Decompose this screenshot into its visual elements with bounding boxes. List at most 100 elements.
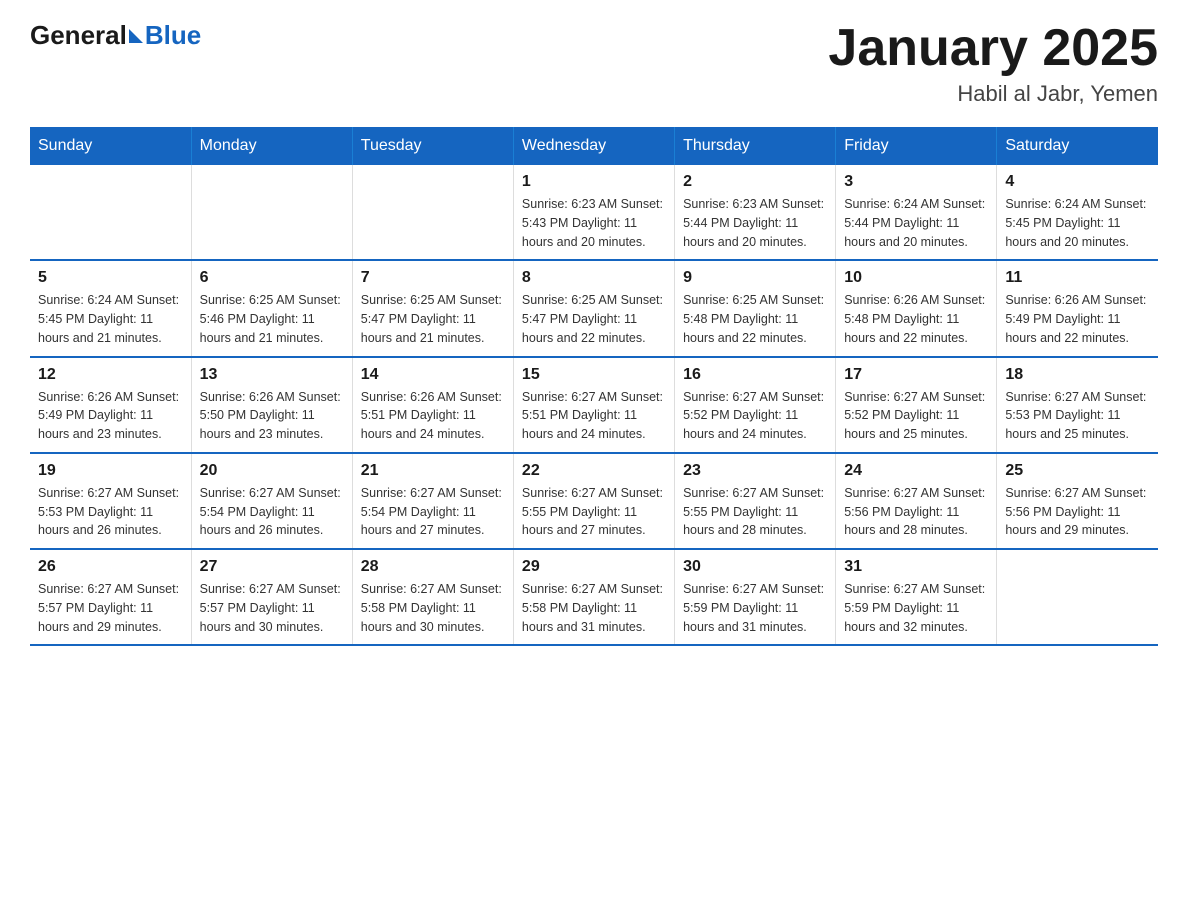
calendar-week-5: 26Sunrise: 6:27 AM Sunset: 5:57 PM Dayli… <box>30 549 1158 645</box>
calendar-cell: 25 Sunrise: 6:27 AM Sunset: 5:56 PM Dayli… <box>997 453 1158 549</box>
calendar-cell: 15 Sunrise: 6:27 AM Sunset: 5:51 PM Dayli… <box>513 357 674 453</box>
day-number: 20 <box>200 462 344 480</box>
logo-text: General Blue <box>30 20 201 51</box>
calendar-cell: 2Sunrise: 6:23 AM Sunset: 5:44 PM Daylig… <box>675 165 836 260</box>
calendar-cell: 20 Sunrise: 6:27 AM Sunset: 5:54 PM Dayli… <box>191 453 352 549</box>
header-friday: Friday <box>836 127 997 165</box>
calendar-cell: 9 Sunrise: 6:25 AM Sunset: 5:48 PM Daylig… <box>675 260 836 356</box>
day-number: 9 <box>683 269 827 287</box>
day-number: 4 <box>1005 173 1150 191</box>
header-monday: Monday <box>191 127 352 165</box>
day-info: Sunrise: 6:26 AM Sunset: 5:49 PM Dayligh… <box>38 388 183 444</box>
calendar-cell: 23Sunrise: 6:27 AM Sunset: 5:55 PM Dayli… <box>675 453 836 549</box>
day-number: 31 <box>844 558 988 576</box>
day-number: 3 <box>844 173 988 191</box>
calendar-cell: 30 Sunrise: 6:27 AM Sunset: 5:59 PM Dayli… <box>675 549 836 645</box>
day-info: Sunrise: 6:27 AM Sunset: 5:56 PM Dayligh… <box>844 484 988 540</box>
day-number: 25 <box>1005 462 1150 480</box>
day-number: 21 <box>361 462 505 480</box>
day-info: Sunrise: 6:27 AM Sunset: 5:53 PM Dayligh… <box>1005 388 1150 444</box>
day-info: Sunrise: 6:23 AM Sunset: 5:43 PM Dayligh… <box>522 195 666 251</box>
logo-blue: Blue <box>145 20 201 51</box>
day-info: Sunrise: 6:24 AM Sunset: 5:45 PM Dayligh… <box>38 291 183 347</box>
calendar-cell: 8 Sunrise: 6:25 AM Sunset: 5:47 PM Daylig… <box>513 260 674 356</box>
header-sunday: Sunday <box>30 127 191 165</box>
header-wednesday: Wednesday <box>513 127 674 165</box>
day-info: Sunrise: 6:26 AM Sunset: 5:49 PM Dayligh… <box>1005 291 1150 347</box>
calendar-cell: 28Sunrise: 6:27 AM Sunset: 5:58 PM Dayli… <box>352 549 513 645</box>
location-subtitle: Habil al Jabr, Yemen <box>828 81 1158 107</box>
header-saturday: Saturday <box>997 127 1158 165</box>
day-info: Sunrise: 6:27 AM Sunset: 5:52 PM Dayligh… <box>844 388 988 444</box>
day-number: 6 <box>200 269 344 287</box>
calendar-cell: 27Sunrise: 6:27 AM Sunset: 5:57 PM Dayli… <box>191 549 352 645</box>
day-info: Sunrise: 6:26 AM Sunset: 5:48 PM Dayligh… <box>844 291 988 347</box>
calendar-cell: 29Sunrise: 6:27 AM Sunset: 5:58 PM Dayli… <box>513 549 674 645</box>
day-info: Sunrise: 6:23 AM Sunset: 5:44 PM Dayligh… <box>683 195 827 251</box>
day-number: 1 <box>522 173 666 191</box>
day-info: Sunrise: 6:27 AM Sunset: 5:51 PM Dayligh… <box>522 388 666 444</box>
day-number: 29 <box>522 558 666 576</box>
day-number: 22 <box>522 462 666 480</box>
calendar-cell: 14 Sunrise: 6:26 AM Sunset: 5:51 PM Dayli… <box>352 357 513 453</box>
day-info: Sunrise: 6:26 AM Sunset: 5:51 PM Dayligh… <box>361 388 505 444</box>
calendar-cell: 7Sunrise: 6:25 AM Sunset: 5:47 PM Daylig… <box>352 260 513 356</box>
calendar-cell <box>30 165 191 260</box>
day-number: 15 <box>522 366 666 384</box>
calendar-cell <box>997 549 1158 645</box>
calendar-cell: 22Sunrise: 6:27 AM Sunset: 5:55 PM Dayli… <box>513 453 674 549</box>
day-info: Sunrise: 6:27 AM Sunset: 5:57 PM Dayligh… <box>200 580 344 636</box>
day-info: Sunrise: 6:27 AM Sunset: 5:54 PM Dayligh… <box>361 484 505 540</box>
calendar-cell: 13 Sunrise: 6:26 AM Sunset: 5:50 PM Dayli… <box>191 357 352 453</box>
day-number: 7 <box>361 269 505 287</box>
logo-arrow-icon <box>129 29 143 43</box>
day-number: 17 <box>844 366 988 384</box>
day-info: Sunrise: 6:27 AM Sunset: 5:56 PM Dayligh… <box>1005 484 1150 540</box>
header-thursday: Thursday <box>675 127 836 165</box>
logo: General Blue <box>30 20 201 51</box>
day-number: 13 <box>200 366 344 384</box>
calendar-week-3: 12 Sunrise: 6:26 AM Sunset: 5:49 PM Dayli… <box>30 357 1158 453</box>
calendar-cell: 19 Sunrise: 6:27 AM Sunset: 5:53 PM Dayli… <box>30 453 191 549</box>
day-info: Sunrise: 6:25 AM Sunset: 5:46 PM Dayligh… <box>200 291 344 347</box>
calendar-cell: 4 Sunrise: 6:24 AM Sunset: 5:45 PM Daylig… <box>997 165 1158 260</box>
calendar-cell: 26Sunrise: 6:27 AM Sunset: 5:57 PM Dayli… <box>30 549 191 645</box>
calendar-week-4: 19 Sunrise: 6:27 AM Sunset: 5:53 PM Dayli… <box>30 453 1158 549</box>
calendar-table: SundayMondayTuesdayWednesdayThursdayFrid… <box>30 127 1158 646</box>
calendar-cell: 3 Sunrise: 6:24 AM Sunset: 5:44 PM Daylig… <box>836 165 997 260</box>
calendar-cell: 21 Sunrise: 6:27 AM Sunset: 5:54 PM Dayli… <box>352 453 513 549</box>
calendar-header-row: SundayMondayTuesdayWednesdayThursdayFrid… <box>30 127 1158 165</box>
day-info: Sunrise: 6:27 AM Sunset: 5:54 PM Dayligh… <box>200 484 344 540</box>
calendar-cell <box>352 165 513 260</box>
calendar-cell: 1 Sunrise: 6:23 AM Sunset: 5:43 PM Daylig… <box>513 165 674 260</box>
day-number: 10 <box>844 269 988 287</box>
day-info: Sunrise: 6:24 AM Sunset: 5:44 PM Dayligh… <box>844 195 988 251</box>
day-number: 8 <box>522 269 666 287</box>
day-number: 12 <box>38 366 183 384</box>
logo-general: General <box>30 20 127 51</box>
calendar-cell: 31 Sunrise: 6:27 AM Sunset: 5:59 PM Dayli… <box>836 549 997 645</box>
day-info: Sunrise: 6:25 AM Sunset: 5:47 PM Dayligh… <box>522 291 666 347</box>
calendar-week-1: 1 Sunrise: 6:23 AM Sunset: 5:43 PM Daylig… <box>30 165 1158 260</box>
calendar-cell: 6 Sunrise: 6:25 AM Sunset: 5:46 PM Daylig… <box>191 260 352 356</box>
day-number: 30 <box>683 558 827 576</box>
day-info: Sunrise: 6:24 AM Sunset: 5:45 PM Dayligh… <box>1005 195 1150 251</box>
day-info: Sunrise: 6:27 AM Sunset: 5:59 PM Dayligh… <box>844 580 988 636</box>
day-info: Sunrise: 6:25 AM Sunset: 5:48 PM Dayligh… <box>683 291 827 347</box>
header-tuesday: Tuesday <box>352 127 513 165</box>
day-info: Sunrise: 6:27 AM Sunset: 5:59 PM Dayligh… <box>683 580 827 636</box>
page-header: General Blue January 2025 Habil al Jabr,… <box>30 20 1158 107</box>
day-info: Sunrise: 6:27 AM Sunset: 5:55 PM Dayligh… <box>683 484 827 540</box>
calendar-cell: 16Sunrise: 6:27 AM Sunset: 5:52 PM Dayli… <box>675 357 836 453</box>
calendar-cell: 18Sunrise: 6:27 AM Sunset: 5:53 PM Dayli… <box>997 357 1158 453</box>
day-info: Sunrise: 6:26 AM Sunset: 5:50 PM Dayligh… <box>200 388 344 444</box>
day-info: Sunrise: 6:27 AM Sunset: 5:53 PM Dayligh… <box>38 484 183 540</box>
day-info: Sunrise: 6:27 AM Sunset: 5:57 PM Dayligh… <box>38 580 183 636</box>
calendar-cell: 10 Sunrise: 6:26 AM Sunset: 5:48 PM Dayli… <box>836 260 997 356</box>
day-number: 19 <box>38 462 183 480</box>
month-year-title: January 2025 <box>828 20 1158 77</box>
day-number: 14 <box>361 366 505 384</box>
calendar-cell: 5Sunrise: 6:24 AM Sunset: 5:45 PM Daylig… <box>30 260 191 356</box>
day-info: Sunrise: 6:27 AM Sunset: 5:58 PM Dayligh… <box>361 580 505 636</box>
calendar-cell <box>191 165 352 260</box>
